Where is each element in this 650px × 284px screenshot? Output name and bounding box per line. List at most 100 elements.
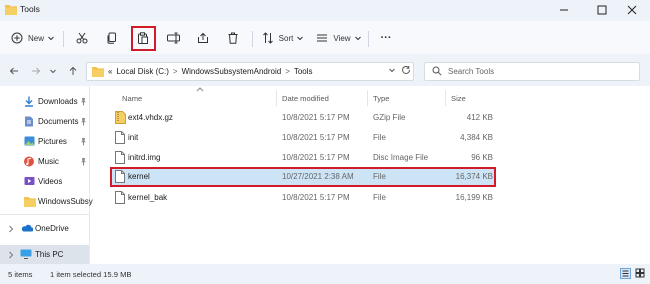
selection-info: 1 item selected 15.9 MB xyxy=(50,270,132,279)
refresh-icon xyxy=(402,65,410,74)
column-header-size[interactable]: Size xyxy=(451,94,466,103)
view-label: View xyxy=(333,33,351,43)
share-icon xyxy=(198,32,208,43)
file-icon xyxy=(115,191,125,204)
details-view-button[interactable] xyxy=(620,268,631,279)
breadcrumb-separator: > xyxy=(285,67,290,76)
share-button[interactable] xyxy=(193,27,213,49)
cut-button[interactable] xyxy=(72,27,92,49)
back-button[interactable] xyxy=(7,64,21,78)
folder-icon xyxy=(24,196,36,207)
sidebar-item-pictures[interactable]: Pictures xyxy=(0,132,89,152)
delete-button[interactable] xyxy=(223,27,243,49)
file-date: 10/8/2021 5:17 PM xyxy=(282,153,350,162)
more-options-button[interactable]: ··· xyxy=(375,27,397,49)
pin-icon xyxy=(80,117,87,126)
column-header-name[interactable]: Name xyxy=(122,94,142,103)
breadcrumb-windowssubsystemandroid[interactable]: WindowsSubsystemAndroid xyxy=(182,67,282,76)
rename-button[interactable] xyxy=(163,27,183,49)
documents-icon xyxy=(24,116,34,127)
pin-icon xyxy=(80,157,87,166)
status-bar: 5 items 1 item selected 15.9 MB xyxy=(0,264,650,284)
music-icon xyxy=(24,156,34,167)
file-type: File xyxy=(373,193,386,202)
copy-icon xyxy=(107,32,116,44)
column-header-date-modified[interactable]: Date modified xyxy=(282,94,329,103)
arrow-left-icon xyxy=(9,67,18,75)
sidebar-item-label: Pictures xyxy=(38,137,67,146)
sidebar-item-downloads[interactable]: Downloads xyxy=(0,92,89,112)
refresh-button[interactable] xyxy=(401,65,411,75)
file-icon xyxy=(115,151,125,164)
view-button[interactable]: View xyxy=(316,27,362,49)
sort-button[interactable]: Sort xyxy=(260,27,306,49)
column-header-type[interactable]: Type xyxy=(373,94,389,103)
sidebar-item-label: OneDrive xyxy=(35,224,69,233)
breadcrumb-separator: > xyxy=(172,67,178,76)
new-button[interactable]: New xyxy=(10,27,56,49)
file-icon xyxy=(115,131,125,144)
sidebar-item-documents[interactable]: Documents xyxy=(0,112,89,132)
videos-icon xyxy=(24,176,35,186)
up-button[interactable] xyxy=(66,64,80,78)
breadcrumb-overflow[interactable]: « xyxy=(108,67,112,76)
plus-circle-icon xyxy=(11,32,23,44)
file-size: 412 KB xyxy=(466,113,493,122)
sidebar-item-music[interactable]: Music xyxy=(0,152,89,172)
chevron-right-icon[interactable] xyxy=(8,251,14,259)
file-date: 10/8/2021 5:17 PM xyxy=(282,193,350,202)
sidebar-item-this-pc[interactable]: This PC xyxy=(0,245,89,265)
column-divider[interactable] xyxy=(445,90,446,106)
archive-icon xyxy=(115,111,126,124)
chevron-down-icon xyxy=(354,36,361,41)
breadcrumb-tools[interactable]: Tools xyxy=(294,67,313,76)
sidebar-item-label: Videos xyxy=(38,177,63,186)
view-list-icon xyxy=(317,34,328,42)
sidebar-divider xyxy=(0,214,89,215)
column-divider[interactable] xyxy=(367,90,368,106)
toolbar-divider xyxy=(368,31,369,47)
breadcrumb: « Local Disk (C:) > WindowsSubsystemAndr… xyxy=(108,67,313,76)
new-label: New xyxy=(27,33,44,43)
breadcrumb-local-disk[interactable]: Local Disk (C:) xyxy=(116,67,168,76)
minimize-icon xyxy=(560,9,568,11)
computer-icon xyxy=(20,249,32,259)
sidebar-item-windowssubsy[interactable]: WindowsSubsy xyxy=(0,192,93,212)
chevron-down-icon xyxy=(389,68,395,73)
window-title: Tools xyxy=(20,4,40,14)
close-button[interactable] xyxy=(614,0,650,20)
file-size: 4,384 KB xyxy=(460,133,493,142)
sort-icon xyxy=(262,32,273,44)
file-row-kernel-bak[interactable]: kernel_bak 10/8/2021 5:17 PM File 16,199… xyxy=(110,188,495,208)
pictures-icon xyxy=(24,136,35,146)
column-divider[interactable] xyxy=(276,90,277,106)
file-name: ext4.vhdx.gz xyxy=(128,113,173,122)
pin-icon xyxy=(80,137,87,146)
copy-button[interactable] xyxy=(102,27,122,49)
kernel-highlight xyxy=(110,167,496,187)
rename-icon xyxy=(166,32,180,44)
file-name: init xyxy=(128,133,139,142)
download-icon xyxy=(24,96,34,107)
file-row-init[interactable]: init 10/8/2021 5:17 PM File 4,384 KB xyxy=(110,128,495,148)
arrow-right-icon xyxy=(32,67,41,75)
forward-button[interactable] xyxy=(29,64,43,78)
sidebar-item-label: WindowsSubsy xyxy=(38,197,93,206)
toolbar-divider xyxy=(63,31,64,47)
minimize-button[interactable] xyxy=(546,0,582,20)
address-dropdown-button[interactable] xyxy=(388,66,396,74)
folder-icon xyxy=(5,4,17,15)
recent-locations-button[interactable] xyxy=(48,64,58,78)
chevron-right-icon[interactable] xyxy=(8,225,14,233)
sidebar-item-onedrive[interactable]: OneDrive xyxy=(0,219,89,239)
sidebar-item-videos[interactable]: Videos xyxy=(0,172,89,192)
paste-highlight xyxy=(131,26,156,51)
tiles-view-button[interactable] xyxy=(635,268,646,279)
tiles-view-icon xyxy=(635,268,645,278)
file-date: 10/8/2021 5:17 PM xyxy=(282,133,350,142)
file-type: File xyxy=(373,133,386,142)
file-row-ext4[interactable]: ext4.vhdx.gz 10/8/2021 5:17 PM GZip File… xyxy=(110,108,495,128)
file-date: 10/8/2021 5:17 PM xyxy=(282,113,350,122)
close-icon xyxy=(627,5,637,15)
file-row-initrd[interactable]: initrd.img 10/8/2021 5:17 PM Disc Image … xyxy=(110,148,495,168)
